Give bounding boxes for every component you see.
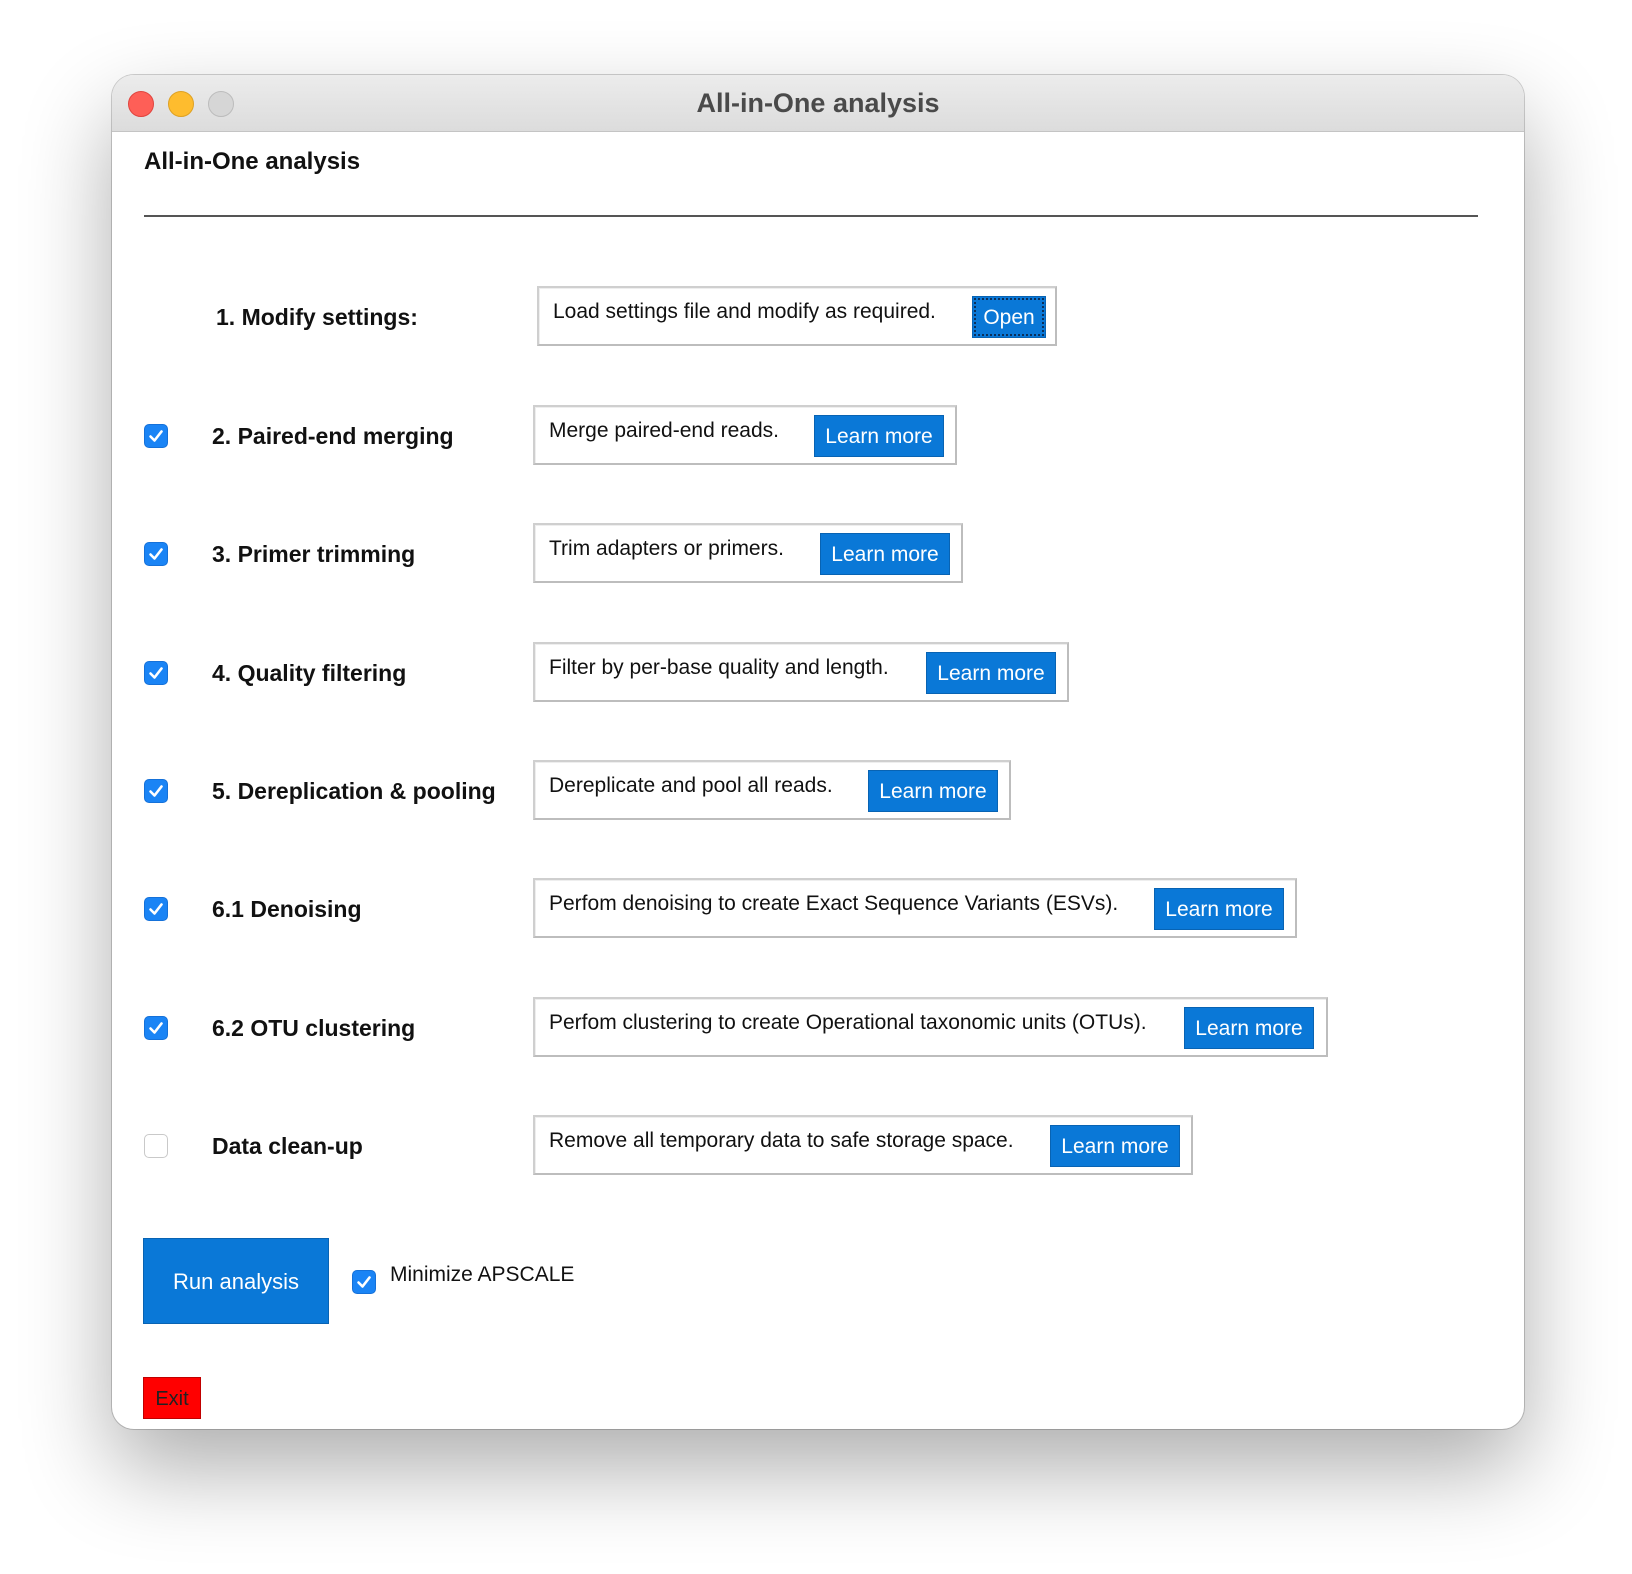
step-label: Data clean-up bbox=[212, 1133, 363, 1159]
step-description-box: Remove all temporary data to safe storag… bbox=[533, 1115, 1193, 1175]
step-description: Trim adapters or primers. bbox=[549, 537, 784, 560]
checkmark-icon bbox=[149, 667, 163, 679]
step-row-primer-trimming: 3. Primer trimming Trim adapters or prim… bbox=[112, 523, 1524, 587]
step-description-box: Perfom denoising to create Exact Sequenc… bbox=[533, 878, 1297, 938]
step-description-box: Dereplicate and pool all reads. Learn mo… bbox=[533, 760, 1011, 820]
checkmark-icon bbox=[149, 430, 163, 442]
step-label: 1. Modify settings: bbox=[216, 304, 418, 330]
exit-button[interactable]: Exit bbox=[143, 1377, 201, 1419]
step-row-denoising: 6.1 Denoising Perfom denoising to create… bbox=[112, 878, 1524, 942]
paired-end-merging-checkbox[interactable] bbox=[144, 424, 168, 448]
primer-trimming-checkbox[interactable] bbox=[144, 542, 168, 566]
step-row-dereplication-pooling: 5. Dereplication & pooling Dereplicate a… bbox=[112, 760, 1524, 824]
step-description: Perfom denoising to create Exact Sequenc… bbox=[549, 892, 1119, 915]
learn-more-otu-clustering-button[interactable]: Learn more bbox=[1184, 1007, 1314, 1049]
step-description: Perfom clustering to create Operational … bbox=[549, 1011, 1147, 1034]
checkmark-icon bbox=[149, 1022, 163, 1034]
learn-more-dereplication-pooling-button[interactable]: Learn more bbox=[868, 770, 998, 812]
title-bar[interactable]: All-in-One analysis bbox=[112, 75, 1524, 132]
step-label: 3. Primer trimming bbox=[212, 541, 416, 567]
minimize-apscale-checkbox[interactable] bbox=[352, 1270, 376, 1294]
open-settings-button[interactable]: Open bbox=[972, 296, 1046, 338]
otu-clustering-checkbox[interactable] bbox=[144, 1016, 168, 1040]
step-row-otu-clustering: 6.2 OTU clustering Perfom clustering to … bbox=[112, 997, 1524, 1061]
step-label: 6.1 Denoising bbox=[212, 896, 362, 922]
data-clean-up-checkbox[interactable] bbox=[144, 1134, 168, 1158]
window-title: All-in-One analysis bbox=[696, 88, 940, 118]
step-description: Dereplicate and pool all reads. bbox=[549, 774, 833, 797]
step-row-data-clean-up: Data clean-up Remove all temporary data … bbox=[112, 1115, 1524, 1179]
learn-more-denoising-button[interactable]: Learn more bbox=[1154, 888, 1284, 930]
step-description-box: Filter by per-base quality and length. L… bbox=[533, 642, 1069, 702]
step-label: 5. Dereplication & pooling bbox=[212, 778, 496, 804]
step-description: Merge paired-end reads. bbox=[549, 419, 779, 442]
learn-more-primer-trimming-button[interactable]: Learn more bbox=[820, 533, 950, 575]
step-description-box: Merge paired-end reads. Learn more bbox=[533, 405, 957, 465]
page-heading: All-in-One analysis bbox=[144, 148, 361, 175]
checkmark-icon bbox=[357, 1276, 371, 1288]
step-description-box: Trim adapters or primers. Learn more bbox=[533, 523, 963, 583]
step-label: 6.2 OTU clustering bbox=[212, 1015, 416, 1041]
run-analysis-button[interactable]: Run analysis bbox=[143, 1238, 329, 1324]
app-window: All-in-One analysis All-in-One analysis … bbox=[112, 75, 1524, 1429]
dereplication-pooling-checkbox[interactable] bbox=[144, 779, 168, 803]
step-description: Load settings file and modify as require… bbox=[553, 300, 936, 323]
step-row-paired-end-merging: 2. Paired-end merging Merge paired-end r… bbox=[112, 405, 1524, 469]
checkmark-icon bbox=[149, 785, 163, 797]
denoising-checkbox[interactable] bbox=[144, 897, 168, 921]
step-description: Remove all temporary data to safe storag… bbox=[549, 1129, 1014, 1152]
step-row-modify-settings: 1. Modify settings: Load settings file a… bbox=[112, 286, 1524, 350]
checkmark-icon bbox=[149, 903, 163, 915]
step-label: 2. Paired-end merging bbox=[212, 423, 454, 449]
learn-more-quality-filtering-button[interactable]: Learn more bbox=[926, 652, 1056, 694]
heading-separator bbox=[144, 215, 1478, 217]
checkmark-icon bbox=[149, 548, 163, 560]
step-description: Filter by per-base quality and length. bbox=[549, 656, 889, 679]
main-content: All-in-One analysis 1. Modify settings: … bbox=[112, 132, 1524, 1429]
learn-more-paired-end-merging-button[interactable]: Learn more bbox=[814, 415, 944, 457]
minimize-apscale-label: Minimize APSCALE bbox=[390, 1263, 575, 1286]
step-label: 4. Quality filtering bbox=[212, 660, 407, 686]
step-description-box: Perfom clustering to create Operational … bbox=[533, 997, 1328, 1057]
quality-filtering-checkbox[interactable] bbox=[144, 661, 168, 685]
learn-more-data-clean-up-button[interactable]: Learn more bbox=[1050, 1125, 1180, 1167]
step-row-quality-filtering: 4. Quality filtering Filter by per-base … bbox=[112, 642, 1524, 706]
step-description-box: Load settings file and modify as require… bbox=[537, 286, 1057, 346]
